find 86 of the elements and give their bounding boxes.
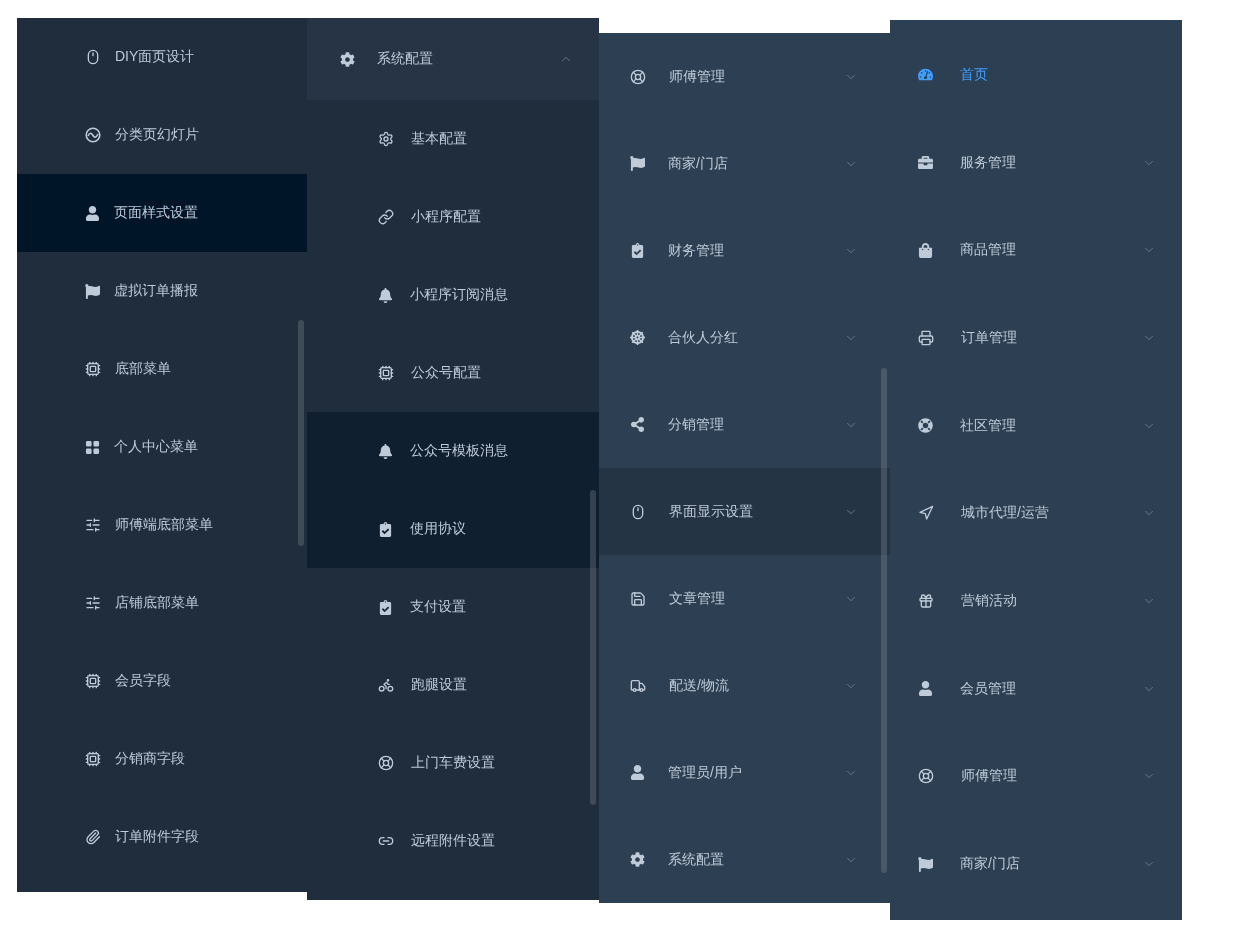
menu-item[interactable]: 系统配置: [599, 816, 890, 903]
paperclip-icon: [85, 829, 101, 845]
user-icon: [918, 681, 933, 697]
menu-item[interactable]: 师傅管理: [599, 33, 890, 120]
submenu-item[interactable]: 支付设置: [307, 568, 599, 646]
grid-icon: [85, 439, 100, 455]
menu-item[interactable]: 商品管理: [890, 206, 1182, 295]
mouse-icon: [630, 503, 646, 520]
menu-item[interactable]: 个人中心菜单: [17, 408, 307, 486]
truck-icon: [630, 677, 646, 694]
menu-item[interactable]: 营销活动: [890, 557, 1182, 645]
menu-item[interactable]: 界面显示设置: [599, 468, 890, 555]
sliders-icon: [85, 517, 101, 533]
lifebuoy-icon: [378, 755, 394, 771]
menu-item[interactable]: 师傅端底部菜单: [17, 486, 307, 564]
menu-item[interactable]: DIY面页设计: [17, 18, 307, 96]
submenu-item[interactable]: 小程序订阅消息: [307, 256, 599, 334]
menu-item[interactable]: 管理员/用户: [599, 729, 890, 816]
user-icon: [630, 765, 645, 780]
flag-icon: [918, 856, 933, 872]
submenu-item[interactable]: 基本配置: [307, 100, 599, 178]
menu-item[interactable]: 配送/物流: [599, 642, 890, 729]
user-icon: [85, 205, 100, 221]
share-icon: [630, 417, 645, 432]
bell-icon: [378, 287, 393, 303]
scrollbar[interactable]: [590, 490, 596, 805]
menu-item[interactable]: 会员管理: [890, 644, 1182, 733]
gift-icon: [918, 592, 934, 609]
menu-item[interactable]: 服务管理: [890, 118, 1182, 207]
lifebuoy-icon: [918, 418, 933, 434]
sliders-icon: [85, 595, 101, 611]
wheel-icon: [630, 330, 645, 345]
menu-item[interactable]: 商家/门店: [890, 820, 1182, 908]
flag-icon: [630, 156, 645, 171]
menu-item[interactable]: 订单附件字段: [17, 798, 307, 876]
submenu-item[interactable]: 远程附件设置: [307, 802, 599, 880]
clipboard-check-icon: [630, 243, 645, 258]
menu-item[interactable]: 会员字段: [17, 642, 307, 720]
printer-icon: [918, 329, 934, 346]
chart-circle-icon: [85, 127, 101, 143]
menu-item[interactable]: 财务管理: [599, 207, 890, 294]
floppy-icon: [630, 590, 646, 607]
link-icon: [378, 209, 394, 225]
chip-icon: [85, 673, 101, 689]
lifebuoy-icon: [630, 68, 646, 85]
flag-icon: [85, 283, 100, 299]
clipboard-check-icon: [378, 521, 393, 537]
scrollbar[interactable]: [881, 368, 887, 873]
menu-item[interactable]: 师傅管理: [890, 732, 1182, 821]
menu-item[interactable]: 首页: [890, 31, 1182, 119]
mouse-icon: [85, 49, 101, 65]
chip-icon: [378, 365, 394, 381]
settings-icon: [340, 51, 355, 67]
menu-item[interactable]: 城市代理/运营: [890, 469, 1182, 558]
menu-item[interactable]: 合伙人分红: [599, 294, 890, 381]
menu-item[interactable]: 分类页幻灯片: [17, 96, 307, 174]
menu-item[interactable]: 社区管理: [890, 381, 1182, 470]
bike-icon: [378, 677, 394, 693]
dashboard-icon: [918, 67, 933, 83]
submenu-item[interactable]: 使用协议: [307, 490, 599, 568]
settings-icon: [378, 131, 394, 147]
submenu-item[interactable]: 公众号模板消息: [307, 412, 599, 490]
scrollbar[interactable]: [298, 320, 304, 546]
submenu-item[interactable]: 跑腿设置: [307, 646, 599, 724]
menu-item[interactable]: 分销管理: [599, 381, 890, 468]
shopping-bag-icon: [918, 242, 933, 258]
submenu-header[interactable]: 系统配置: [307, 18, 599, 100]
menu-item[interactable]: 虚拟订单播报: [17, 252, 307, 330]
menu-item[interactable]: 页面样式设置: [17, 174, 307, 252]
menu-item[interactable]: 分销商字段: [17, 720, 307, 798]
submenu-item[interactable]: 公众号配置: [307, 334, 599, 412]
clipboard-check-icon: [378, 599, 393, 615]
chip-icon: [85, 361, 101, 377]
briefcase-icon: [918, 155, 933, 171]
submenu-item[interactable]: 上门车费设置: [307, 724, 599, 802]
menu-item[interactable]: 订单管理: [890, 294, 1182, 382]
lifebuoy-icon: [918, 768, 934, 785]
bell-icon: [378, 443, 393, 459]
submenu-item[interactable]: 小程序配置: [307, 178, 599, 256]
menu-item[interactable]: 文章管理: [599, 555, 890, 642]
settings-icon: [630, 852, 645, 867]
menu-item[interactable]: 底部菜单: [17, 330, 307, 408]
menu-item[interactable]: 店铺底部菜单: [17, 564, 307, 642]
chip-icon: [85, 751, 101, 767]
menu-item[interactable]: 商家/门店: [599, 120, 890, 207]
navigation-icon: [918, 505, 934, 522]
